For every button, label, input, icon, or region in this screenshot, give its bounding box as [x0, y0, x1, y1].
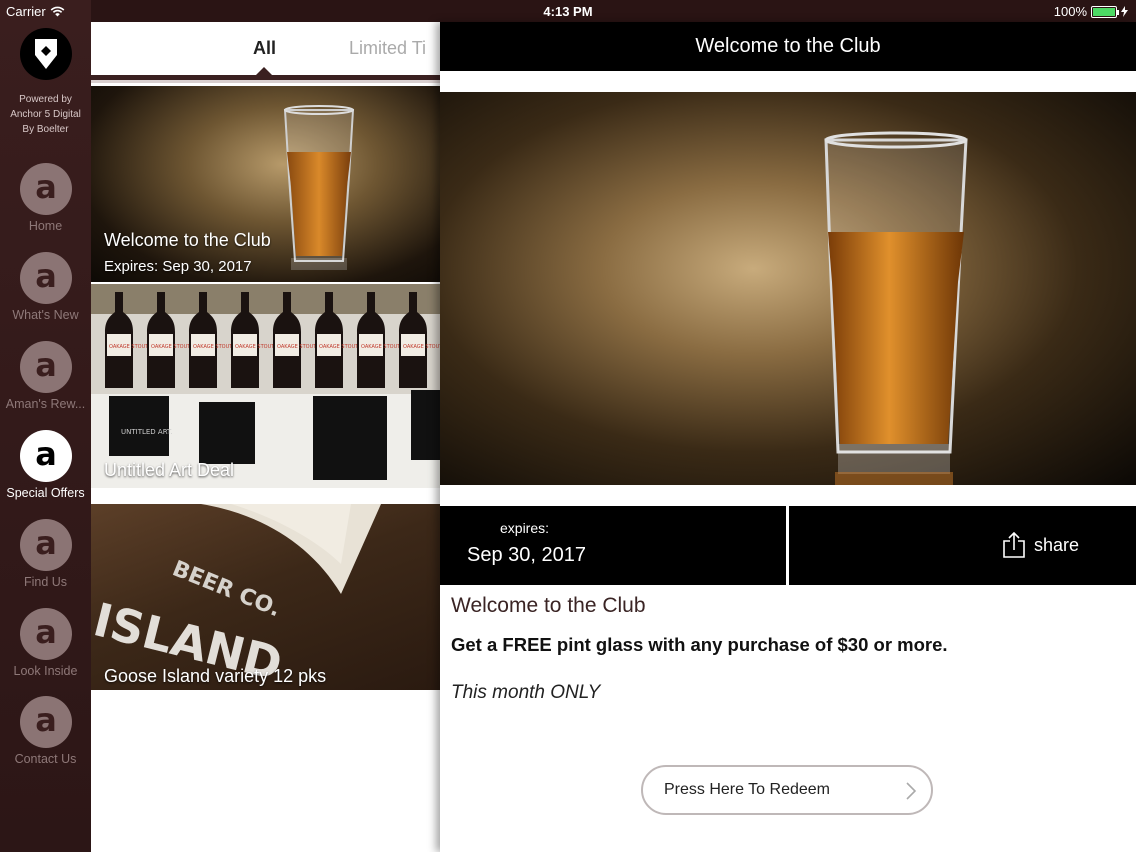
info-divider: [786, 506, 789, 585]
filter-tabs: All Limited Ti: [91, 22, 440, 76]
pick-logo-icon: [35, 39, 57, 69]
deal-title: Untitled Art Deal: [104, 460, 235, 480]
icon-letter: a: [35, 168, 57, 206]
deal-title: Goose Island variety 12 pks: [104, 666, 327, 686]
bottle-label-text: OAKAGE STOUT: [277, 344, 317, 350]
detail-description: Get a FREE pint glass with any purchase …: [451, 634, 948, 655]
redeem-button[interactable]: Press Here To Redeem: [641, 765, 933, 815]
battery-icon: [1091, 5, 1119, 18]
app-logo[interactable]: [20, 28, 72, 80]
sidebar-item-contact-us[interactable]: a Contact Us: [0, 696, 91, 776]
tab-selected-indicator: [256, 67, 272, 75]
sidebar-item-special-offers[interactable]: a Special Offers: [0, 430, 91, 510]
battery-percent: 100%: [1053, 4, 1087, 19]
icon-letter: a: [35, 524, 57, 562]
redeem-label: Press Here To Redeem: [664, 781, 830, 798]
a-logo-icon: a: [20, 341, 72, 393]
box-label: UNTITLED ART.: [121, 428, 173, 436]
icon-letter: a: [35, 435, 57, 473]
bottle-label-text: OAKAGE STOUT: [193, 344, 233, 350]
bottle-label-text: OAKAGE STOUT: [109, 344, 149, 350]
icon-letter: a: [35, 257, 57, 295]
deal-card-welcome[interactable]: Welcome to the Club Expires: Sep 30, 201…: [91, 86, 440, 282]
beer-bottles-image: OAKAGE STOUT OAKAGE STOUT OAKAGE STOUT OAKA…: [91, 284, 440, 488]
deal-expiry: Expires: Sep 30, 2017: [104, 258, 252, 275]
sidebar-item-whats-new[interactable]: a What's New: [0, 252, 91, 332]
beer-glass-image: [283, 105, 355, 270]
bottle-label-text: OAKAGE STOUT: [319, 344, 359, 350]
icon-letter: a: [35, 346, 57, 384]
powered-by-company: Anchor 5 Digital: [10, 109, 81, 120]
detail-title: Welcome to the Club: [451, 594, 646, 617]
charging-icon: [1121, 6, 1128, 17]
sidebar-item-label: Home: [28, 219, 63, 233]
a-logo-icon: a: [20, 608, 72, 660]
sidebar-item-label: Contact Us: [14, 752, 77, 766]
share-label: share: [1034, 534, 1080, 555]
sidebar-item-find-us[interactable]: a Find Us: [0, 519, 91, 599]
status-time: 4:13 PM: [543, 4, 593, 19]
deal-card-goose-island[interactable]: BEER CO. ISLAND Goose Island variety 12 …: [91, 504, 440, 690]
icon-letter: a: [35, 613, 57, 651]
hero-image: [440, 92, 1136, 485]
a-logo-icon: a: [20, 430, 72, 482]
beer-glass-hero-image: [824, 131, 968, 485]
sidebar-item-look-inside[interactable]: a Look Inside: [0, 608, 91, 688]
bottle-label-text: OAKAGE STOUT: [361, 344, 401, 350]
bottle-label-text: OAKAGE STOUT: [403, 344, 440, 350]
icon-letter: a: [35, 701, 57, 739]
sidebar-item-home[interactable]: a Home: [0, 163, 91, 243]
detail-note: This month ONLY: [451, 682, 601, 703]
deal-title: Welcome to the Club: [104, 230, 271, 250]
a-logo-icon: a: [20, 519, 72, 571]
expires-label: expires:: [500, 520, 550, 536]
tab-bar-shadow: [91, 80, 440, 83]
expires-date: Sep 30, 2017: [467, 544, 586, 566]
a-logo-icon: a: [20, 163, 72, 215]
sidebar: Powered by Anchor 5 Digital By Boelter a…: [0, 0, 91, 852]
detail-header-title: Welcome to the Club: [440, 22, 1136, 71]
status-bar: Carrier 4:13 PM 100%: [0, 0, 1136, 24]
sidebar-item-label: What's New: [12, 308, 79, 322]
powered-by: Powered by Anchor 5 Digital By Boelter: [0, 92, 91, 137]
a-logo-icon: a: [20, 252, 72, 304]
sidebar-item-label: Find Us: [23, 575, 68, 589]
powered-by-author: By Boelter: [22, 124, 69, 135]
deals-list-panel: All Limited Ti Welcome to the Club Expir…: [91, 22, 440, 852]
tab-all[interactable]: All: [253, 38, 276, 59]
powered-by-line: Powered by: [19, 94, 72, 105]
share-button[interactable]: share: [1002, 532, 1079, 558]
info-bar: expires: Sep 30, 2017 share: [440, 506, 1136, 585]
sidebar-item-label: Special Offers: [6, 486, 85, 500]
deal-detail-panel: Welcome to the Club expires: Sep 30, 201…: [440, 22, 1136, 852]
share-icon: [1003, 532, 1025, 558]
sidebar-item-label: Aman's Rew...: [5, 397, 86, 411]
tab-limited-time[interactable]: Limited Ti: [349, 38, 426, 59]
sidebar-item-rewards[interactable]: a Aman's Rew...: [0, 341, 91, 421]
deal-card-untitled-art[interactable]: OAKAGE STOUT OAKAGE STOUT OAKAGE STOUT OAKA…: [91, 284, 440, 488]
goose-island-sign-image: BEER CO. ISLAND: [91, 504, 381, 690]
chevron-right-icon: [906, 782, 917, 800]
status-right: 100%: [1054, 4, 1128, 19]
a-logo-icon: a: [20, 696, 72, 748]
battery-fill: [1093, 7, 1115, 16]
sidebar-item-label: Look Inside: [13, 664, 78, 678]
bottle-label-text: OAKAGE STOUT: [151, 344, 191, 350]
bottle-label-text: OAKAGE STOUT: [235, 344, 275, 350]
